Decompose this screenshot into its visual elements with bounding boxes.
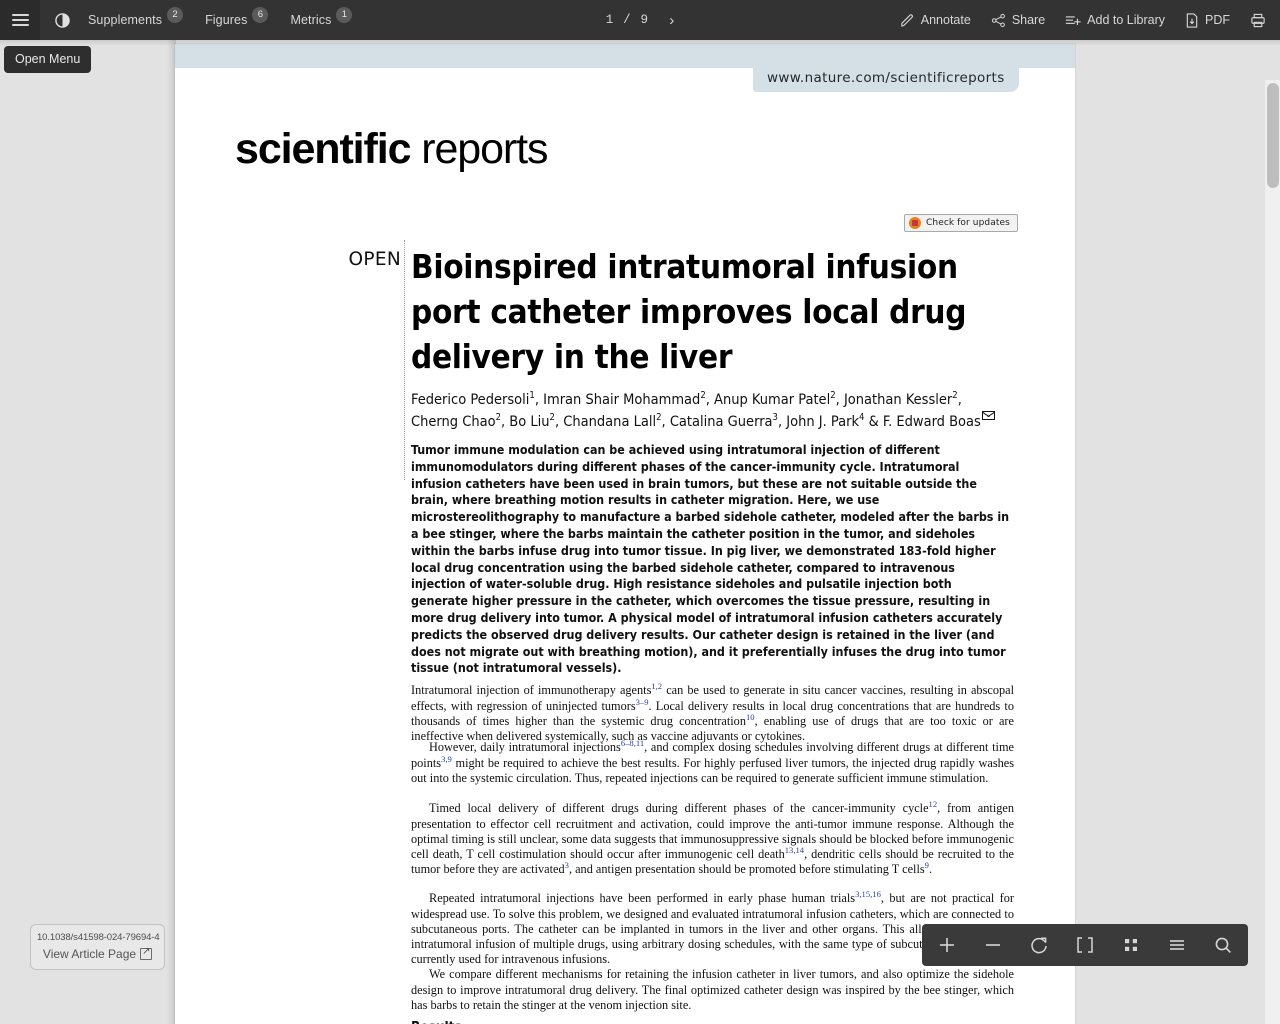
nav-item-supplements[interactable]: Supplements 2 [88,7,184,28]
open-access-badge: OPEN [348,249,401,270]
plus-icon [940,938,954,952]
hamburger-icon [11,11,29,29]
printer-icon [1251,13,1265,27]
doi-card: 10.1038/s41598-024-79694-4 View Article … [30,924,165,970]
annotate-label: Annotate [920,13,971,27]
masthead-reports: reports [421,125,548,173]
scrollbar-track[interactable] [1265,80,1280,1024]
pen-icon [901,13,913,27]
page-indicator: 1 / 9 [605,13,650,27]
print-button[interactable] [1250,13,1266,28]
annotate-button[interactable]: Annotate [900,13,971,28]
pdf-icon [1186,12,1198,28]
search-button[interactable] [1208,930,1238,960]
body-paragraph-5: We compare different mechanisms for reta… [411,967,1014,1012]
nav-item-figures[interactable]: Figures 6 [205,7,269,28]
author-list: Federico Pedersoli1, Imran Shair Mohamma… [411,389,1011,433]
open-menu-tooltip: Open Menu [4,46,92,73]
viewer-floating-toolbar [922,924,1248,966]
thumbnails-button[interactable] [1116,930,1146,960]
external-link-icon [140,946,153,960]
top-toolbar: Supplements 2 Figures 6 Metrics 1 1 / 9 … [0,0,1280,40]
document-page: www.nature.com/scientificreports scienti… [175,44,1075,1024]
list-icon [1170,940,1184,950]
view-article-page-label: View Article Page [42,947,137,961]
contrast-toggle-button[interactable] [40,0,84,40]
pdf-button[interactable]: PDF [1185,12,1230,28]
nav-label-supplements: Supplements [88,13,163,27]
toolbar-actions: Annotate Share Add to Library PDF [900,12,1280,28]
body-paragraph-3: Timed local delivery of different drugs … [411,799,1014,877]
body-paragraph-2: However, daily intratumoral injections6–… [411,738,1014,785]
nav-badge-supplements: 2 [167,7,184,23]
outline-button[interactable] [1162,930,1192,960]
check-for-updates-label: Check for updates [926,218,1010,228]
share-button[interactable]: Share [991,13,1045,28]
share-icon [991,13,1005,27]
journal-url: www.nature.com/scientificreports [753,65,1019,92]
contrast-icon [54,12,70,28]
add-to-library-button[interactable]: Add to Library [1065,13,1165,28]
journal-masthead: scientific reports [235,125,549,174]
doi-text: 10.1038/s41598-024-79694-4 [37,932,160,943]
check-for-updates-badge[interactable]: Check for updates [904,214,1018,232]
add-to-library-label: Add to Library [1087,13,1165,27]
fullscreen-button[interactable] [1070,930,1100,960]
masthead-scientific: scientific [235,125,412,173]
body-paragraph-1: Intratumoral injection of immunotherapy … [411,681,1014,743]
article-title: Bioinspired intratumoral infusion port c… [411,247,967,376]
zoom-out-button[interactable] [978,930,1008,960]
scrollbar-thumb[interactable] [1267,83,1279,188]
search-icon [1215,937,1231,953]
nav-label-figures: Figures [205,13,248,27]
share-label: Share [1011,13,1046,27]
abstract-text: Tumor immune modulation can be achieved … [411,442,1010,676]
page-navigator: 1 / 9 › [560,13,720,28]
minus-icon [986,944,1000,946]
email-icon [981,411,995,421]
nav-item-metrics[interactable]: Metrics 1 [290,7,353,28]
add-to-library-icon [1066,15,1081,25]
rotate-icon [1031,937,1047,954]
view-article-page-link[interactable]: View Article Page [37,946,158,961]
open-menu-button[interactable] [0,0,40,40]
nav-label-metrics: Metrics [290,13,332,27]
document-nav: Supplements 2 Figures 6 Metrics 1 [88,7,353,28]
rotate-button[interactable] [1024,930,1054,960]
pdf-label: PDF [1205,13,1230,27]
results-heading: Results [411,1019,462,1024]
zoom-in-button[interactable] [932,930,962,960]
title-divider [404,240,405,480]
crossmark-icon [909,217,921,229]
grid-icon [1125,939,1137,951]
fullscreen-icon [1077,937,1093,953]
next-page-button[interactable]: › [669,13,674,28]
nav-badge-metrics: 1 [336,7,353,23]
nav-badge-figures: 6 [252,7,269,23]
pdf-viewer[interactable]: www.nature.com/scientificreports scienti… [0,40,1280,1024]
